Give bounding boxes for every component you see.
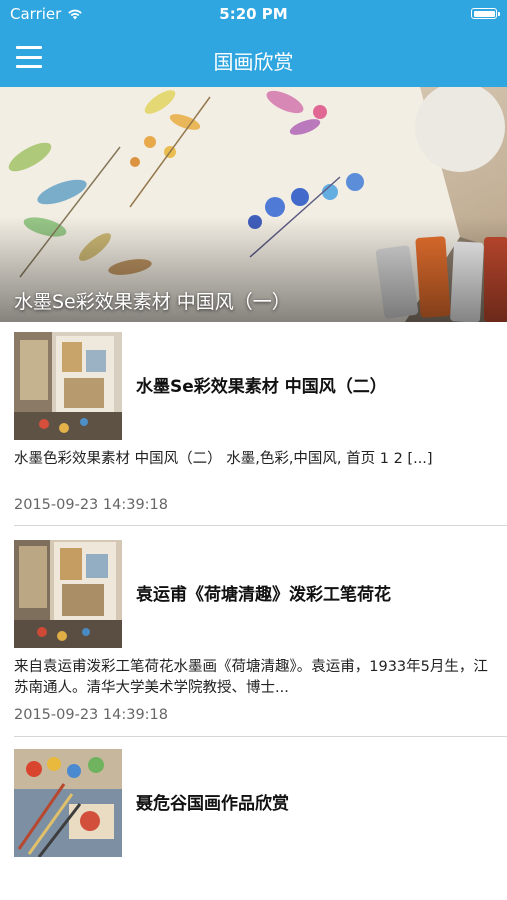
divider [14, 525, 507, 526]
nav-bar: 国画欣赏 [0, 30, 507, 87]
status-bar: Carrier 5:20 PM [0, 0, 507, 30]
featured-caption: 水墨Se彩效果素材 中国风（一） [14, 291, 291, 313]
article-thumbnail [14, 540, 122, 648]
article-thumbnail [14, 749, 122, 857]
battery-icon [471, 8, 500, 19]
article-date: 2015-09-23 14:39:18 [14, 497, 168, 513]
article-title: 水墨Se彩效果素材 中国风（二） [136, 377, 387, 397]
page-title: 国画欣赏 [213, 50, 294, 74]
app-header: Carrier 5:20 PM 国画欣赏 [0, 0, 507, 87]
article-thumbnail [14, 332, 122, 440]
article-date: 2015-09-23 14:39:18 [14, 707, 168, 723]
list-item[interactable]: 聂危谷国画作品欣赏 [0, 737, 507, 900]
featured-banner[interactable]: 水墨Se彩效果素材 中国风（一） [0, 87, 507, 322]
article-excerpt: 水墨色彩效果素材 中国风（二） 水墨,色彩,中国风, 首页 1 2 [...] [14, 451, 433, 467]
status-time: 5:20 PM [219, 5, 288, 23]
list-item[interactable]: 水墨Se彩效果素材 中国风（二） 水墨色彩效果素材 中国风（二） 水墨,色彩,中… [0, 322, 507, 527]
article-title: 聂危谷国画作品欣赏 [136, 794, 289, 814]
article-title: 袁运甫《荷塘清趣》泼彩工笔荷花 [136, 585, 391, 605]
article-excerpt: 来自袁运甫泼彩工笔荷花水墨画《荷塘清趣》。袁运甫，1933年5月生，江苏南通人。… [14, 659, 488, 696]
list-item[interactable]: 袁运甫《荷塘清趣》泼彩工笔荷花 来自袁运甫泼彩工笔荷花水墨画《荷塘清趣》。袁运甫… [0, 527, 507, 737]
